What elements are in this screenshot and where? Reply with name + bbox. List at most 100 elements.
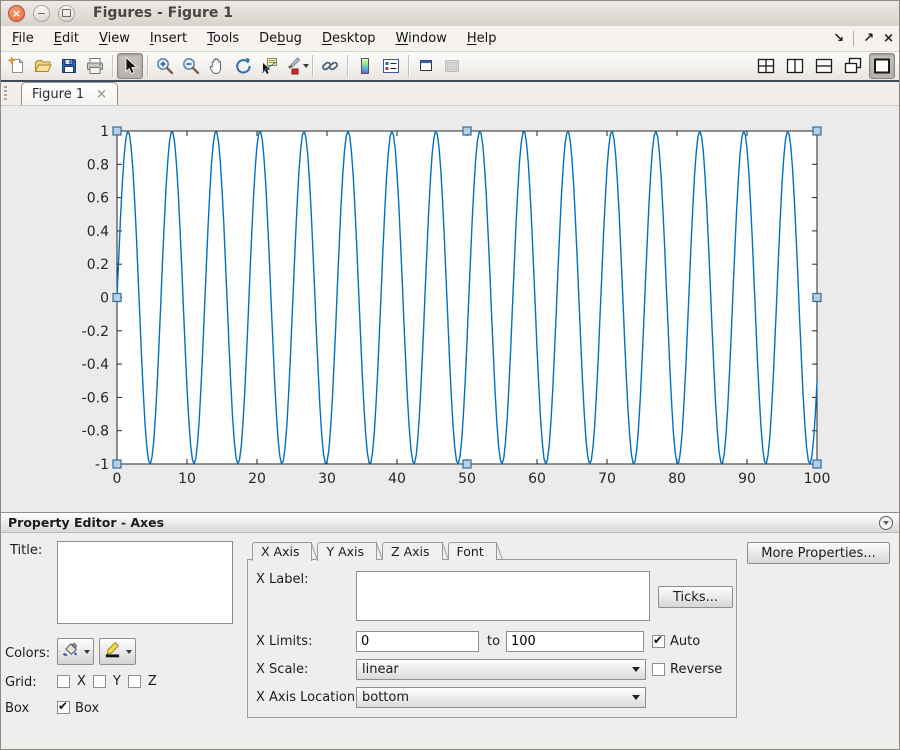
close-figure-button[interactable]: × — [883, 32, 894, 45]
toolbar-pan-button[interactable] — [204, 53, 230, 79]
x-limits-label: X Limits: — [256, 634, 312, 649]
split-horizontal-icon — [814, 56, 834, 76]
new-document-icon — [7, 56, 27, 76]
x-limits-max-input[interactable] — [506, 631, 644, 652]
dropdown-caret-icon — [84, 650, 90, 654]
y-tick-label: -0.6 — [82, 390, 109, 406]
x-axis-location-combo[interactable]: bottom — [356, 687, 646, 708]
toolbar-new-figure-button[interactable] — [4, 53, 30, 79]
pe-tab-label: Font — [457, 544, 484, 559]
pe-tab-y-axis[interactable]: Y Axis — [317, 542, 377, 560]
box-checkbox[interactable] — [57, 701, 70, 714]
title-bar: × − Figures - Figure 1 — [0, 0, 900, 27]
toolbar-link-plot-button[interactable] — [317, 53, 343, 79]
grid-x-checkbox[interactable] — [57, 675, 70, 688]
toolbar-rotate-3d-button[interactable] — [230, 53, 256, 79]
selection-handle[interactable] — [813, 294, 821, 302]
menu-item-help[interactable]: Help — [457, 26, 507, 51]
zoom-out-icon — [181, 56, 201, 76]
selection-handle[interactable] — [113, 294, 121, 302]
toolbar-open-file-button[interactable] — [30, 53, 56, 79]
grid-checkboxes: XYZ — [57, 674, 164, 689]
selection-handle[interactable] — [463, 460, 471, 468]
pointer-icon — [120, 56, 140, 76]
menu-item-window[interactable]: Window — [386, 26, 457, 51]
toolbar-insert-legend-button[interactable] — [378, 53, 404, 79]
maximize-window-button[interactable] — [58, 5, 75, 22]
toolbar-print-figure-button[interactable] — [82, 53, 108, 79]
combo-caret-icon — [632, 695, 640, 700]
toolbar — [0, 52, 900, 82]
menu-item-insert[interactable]: Insert — [140, 26, 197, 51]
x-scale-reverse-checkbox[interactable] — [652, 663, 665, 676]
close-tab-icon[interactable]: × — [96, 88, 107, 101]
separator — [853, 31, 854, 46]
toolbar-brush-data-button[interactable] — [282, 53, 308, 79]
x-axis-location-value: bottom — [362, 690, 409, 705]
x-label-textarea[interactable] — [356, 571, 650, 621]
toolbar-hide-plot-tools-button[interactable] — [413, 53, 439, 79]
menu-item-view[interactable]: View — [89, 26, 140, 51]
grid-x-label: X — [77, 674, 86, 689]
axes-title-textarea[interactable] — [57, 541, 233, 624]
undock-figure-button[interactable]: ↗ — [863, 32, 874, 45]
toolbar-layout-float-button[interactable] — [840, 53, 866, 79]
line-color-button[interactable] — [99, 638, 136, 665]
menu-item-tools[interactable]: Tools — [197, 26, 249, 51]
tab-bar-grip[interactable] — [4, 86, 7, 101]
grid-2x2-icon — [756, 56, 776, 76]
panel-collapse-button[interactable] — [879, 516, 893, 530]
x-limits-min-input[interactable] — [356, 631, 479, 652]
menu-bar-controls: ↘ ↗ × — [833, 26, 894, 51]
selection-handle[interactable] — [463, 127, 471, 135]
x-tick-label: 30 — [318, 471, 336, 487]
ticks-button[interactable]: Ticks... — [658, 586, 733, 608]
selection-handle[interactable] — [813, 127, 821, 135]
selection-handle[interactable] — [113, 127, 121, 135]
x-limits-to-label: to — [487, 634, 500, 649]
toolbar-zoom-out-button[interactable] — [178, 53, 204, 79]
selection-handle[interactable] — [113, 460, 121, 468]
selection-handle[interactable] — [813, 460, 821, 468]
toolbar-layout-maximized-button[interactable] — [869, 53, 895, 79]
toolbar-edit-plot-button[interactable] — [117, 53, 143, 79]
tab-figure-1[interactable]: Figure 1× — [21, 82, 118, 105]
x-tick-label: 0 — [113, 471, 122, 487]
x-tick-label: 50 — [458, 471, 476, 487]
toolbar-zoom-in-button[interactable] — [152, 53, 178, 79]
more-properties-button[interactable]: More Properties... — [747, 542, 890, 564]
menu-item-desktop[interactable]: Desktop — [312, 26, 386, 51]
pe-tab-font[interactable]: Font — [448, 542, 497, 560]
pe-tab-z-axis[interactable]: Z Axis — [382, 542, 442, 560]
y-tick-label: -0.2 — [82, 324, 109, 340]
grid-y-checkbox[interactable] — [93, 675, 106, 688]
menu-item-edit[interactable]: Edit — [44, 26, 89, 51]
toolbar-layout-columns-button[interactable] — [782, 53, 808, 79]
menu-bar-items: FileEditViewInsertToolsDebugDesktopWindo… — [2, 26, 507, 51]
grid-z-checkbox[interactable] — [128, 675, 141, 688]
window-icon — [416, 56, 436, 76]
toolbar-layout-grid-button[interactable] — [753, 53, 779, 79]
x-axis-location-label: X Axis Location: — [256, 690, 360, 705]
x-limits-auto-checkbox[interactable] — [652, 635, 665, 648]
toolbar-insert-colorbar-button[interactable] — [352, 53, 378, 79]
toolbar-save-figure-button[interactable] — [56, 53, 82, 79]
dock-figure-button[interactable]: ↘ — [833, 32, 844, 45]
pe-tab-x-axis[interactable]: X Axis — [252, 542, 312, 561]
x-tick-label: 100 — [804, 471, 831, 487]
menu-item-file[interactable]: File — [2, 26, 44, 51]
fill-color-button[interactable] — [57, 638, 94, 665]
x-scale-label: X Scale: — [256, 662, 308, 677]
tab-container: Figure 1× — [13, 82, 118, 105]
y-tick-label: 0 — [100, 291, 109, 307]
x-limits-auto-label: Auto — [670, 634, 700, 649]
toolbar-data-cursor-button[interactable] — [256, 53, 282, 79]
close-window-button[interactable]: × — [8, 5, 25, 22]
data-cursor-icon — [259, 56, 279, 76]
open-folder-icon — [33, 56, 53, 76]
toolbar-layout-rows-button[interactable] — [811, 53, 837, 79]
minimize-window-button[interactable]: − — [33, 5, 50, 22]
x-scale-combo[interactable]: linear — [356, 659, 646, 680]
menu-item-debug[interactable]: Debug — [249, 26, 312, 51]
legend-icon — [381, 56, 401, 76]
